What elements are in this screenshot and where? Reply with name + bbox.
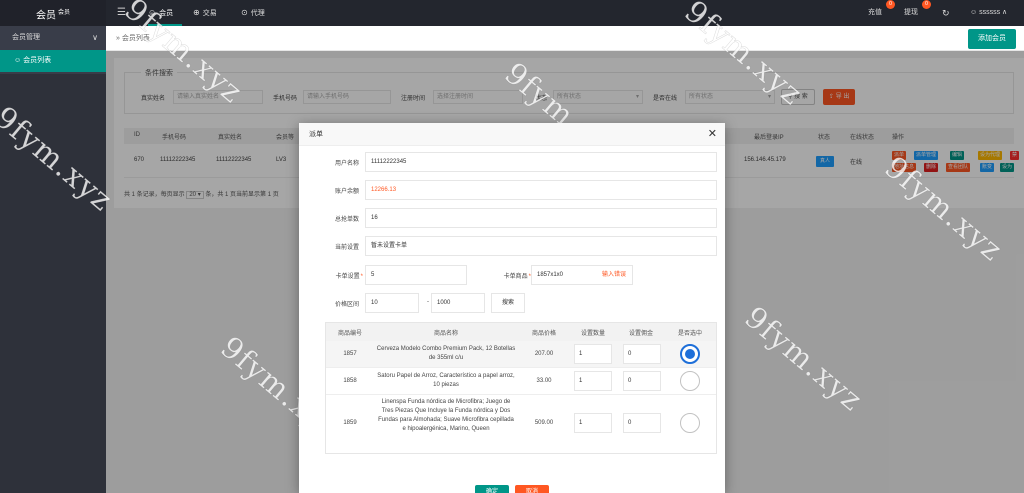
confirm-button[interactable]: 确定 — [475, 485, 509, 493]
goods-name: Linenspa Funda nórdica de Microfibra; Ju… — [378, 399, 514, 432]
user-icon: ☺ — [148, 8, 157, 17]
goods-search-button[interactable]: 搜索 — [491, 293, 525, 313]
scrollbar[interactable] — [716, 323, 717, 347]
goods-label: 卡单商品* — [503, 274, 531, 280]
hamburger-icon[interactable]: ☰ — [117, 7, 126, 18]
current-field: 暂未设置卡单 — [365, 236, 717, 256]
agent-icon: ⊙ — [241, 8, 248, 17]
goods-id: 1859 — [343, 420, 357, 426]
goods-commission-input[interactable]: 0 — [623, 344, 661, 364]
sidebar-group-member[interactable]: 会员管理 ∨ — [0, 26, 106, 50]
goods-name: Cerveza Modelo Combo Premium Pack, 12 Bo… — [376, 346, 516, 361]
goods-row: 1858 Satoru Papel de Arroz, Característi… — [326, 368, 716, 395]
total-label: 总抢单数 — [334, 217, 359, 223]
balance-label: 账户余额 — [334, 189, 359, 195]
goods-qty-input[interactable]: 1 — [574, 371, 612, 391]
goods-select-radio[interactable] — [680, 371, 700, 391]
sidebar-item-member-list[interactable]: ☺ 会员列表 — [0, 50, 106, 72]
goods-row: 1859 Linenspa Funda nórdica de Microfibr… — [326, 395, 716, 453]
refresh-icon[interactable]: ↻ — [942, 0, 950, 26]
cancel-button[interactable]: 取消 — [515, 485, 549, 493]
goods-qty-input[interactable]: 1 — [574, 413, 612, 433]
user-menu[interactable]: ☺ ssssss ∧ — [970, 0, 1007, 26]
recharge-link[interactable]: 充值 — [868, 0, 882, 26]
goods-name: Satoru Papel de Arroz, Característico a … — [377, 373, 515, 388]
price-separator: - — [427, 299, 429, 305]
price-max-input[interactable]: 1000 — [431, 293, 485, 313]
card-label: 卡单设置* — [335, 274, 363, 280]
goods-input[interactable]: 1857x1x0 输入错误 — [531, 265, 633, 285]
goods-commission-input[interactable]: 0 — [623, 413, 661, 433]
nav-agent[interactable]: ⊙ 代理 — [241, 0, 265, 26]
goods-col-id: 商品编号 — [338, 331, 363, 337]
withdraw-badge: 0 — [922, 0, 931, 9]
nav-member[interactable]: ☺ 会员 — [148, 0, 182, 26]
close-icon[interactable]: ✕ — [708, 127, 717, 140]
chevron-down-icon: ∨ — [92, 33, 98, 42]
goods-price: 207.00 — [534, 351, 554, 357]
goods-col-commission: 设置佣金 — [629, 331, 654, 337]
goods-col-name: 商品名称 — [434, 331, 459, 337]
chevron-up-icon: ∧ — [1000, 9, 1008, 16]
user-icon: ☺ — [14, 57, 24, 64]
goods-row: 1857 Cerveza Modelo Combo Premium Pack, … — [326, 341, 716, 368]
goods-qty-input[interactable]: 1 — [574, 344, 612, 364]
top-bar: 会员 会员 ☰ ☺ 会员 ⊕ 交易 ⊙ 代理 充值 0 提现 0 ↻ ☺ ssssss … — [0, 0, 1024, 26]
username-field[interactable]: 11112222345 — [365, 152, 717, 172]
goods-select-radio[interactable] — [680, 413, 700, 433]
exchange-icon: ⊕ — [193, 8, 200, 17]
goods-select-radio[interactable] — [680, 344, 700, 364]
goods-table: 商品编号 商品名称 商品价格 设置数量 设置佣金 是否选中 1857 Cerve… — [325, 322, 717, 454]
recharge-badge: 0 — [886, 0, 895, 9]
goods-col-price: 商品价格 — [532, 331, 557, 337]
nav-trade[interactable]: ⊕ 交易 — [193, 0, 217, 26]
username-label: 用户名称 — [334, 161, 359, 167]
goods-id: 1857 — [343, 351, 357, 357]
add-member-button[interactable]: 添加会员 — [968, 29, 1016, 49]
breadcrumb: » 会员列表 添加会员 — [106, 26, 1024, 51]
goods-col-qty: 设置数量 — [581, 331, 606, 337]
sidebar-empty — [0, 74, 106, 493]
current-label: 当前设置 — [334, 245, 359, 251]
goods-price: 33.00 — [536, 378, 552, 384]
goods-price: 509.00 — [534, 420, 554, 426]
goods-id: 1858 — [343, 378, 357, 384]
card-input[interactable]: 5 — [365, 265, 467, 285]
dispatch-modal: 派单 ✕ 用户名称 11112222345 账户余额 12266.13 总抢单数… — [299, 123, 725, 493]
total-field: 16 — [365, 208, 717, 228]
balance-field: 12266.13 — [365, 180, 717, 200]
price-label: 价格区间 — [334, 302, 359, 308]
price-min-input[interactable]: 10 — [365, 293, 419, 313]
goods-error: 输入错误 — [601, 272, 626, 278]
app-logo: 会员 会员 — [0, 0, 106, 26]
withdraw-link[interactable]: 提现 — [904, 0, 918, 26]
goods-col-selected: 是否选中 — [678, 331, 703, 337]
goods-commission-input[interactable]: 0 — [623, 371, 661, 391]
modal-title: 派单 — [299, 123, 725, 146]
goods-table-header: 商品编号 商品名称 商品价格 设置数量 设置佣金 是否选中 — [326, 323, 716, 341]
user-icon: ☺ — [970, 9, 980, 16]
